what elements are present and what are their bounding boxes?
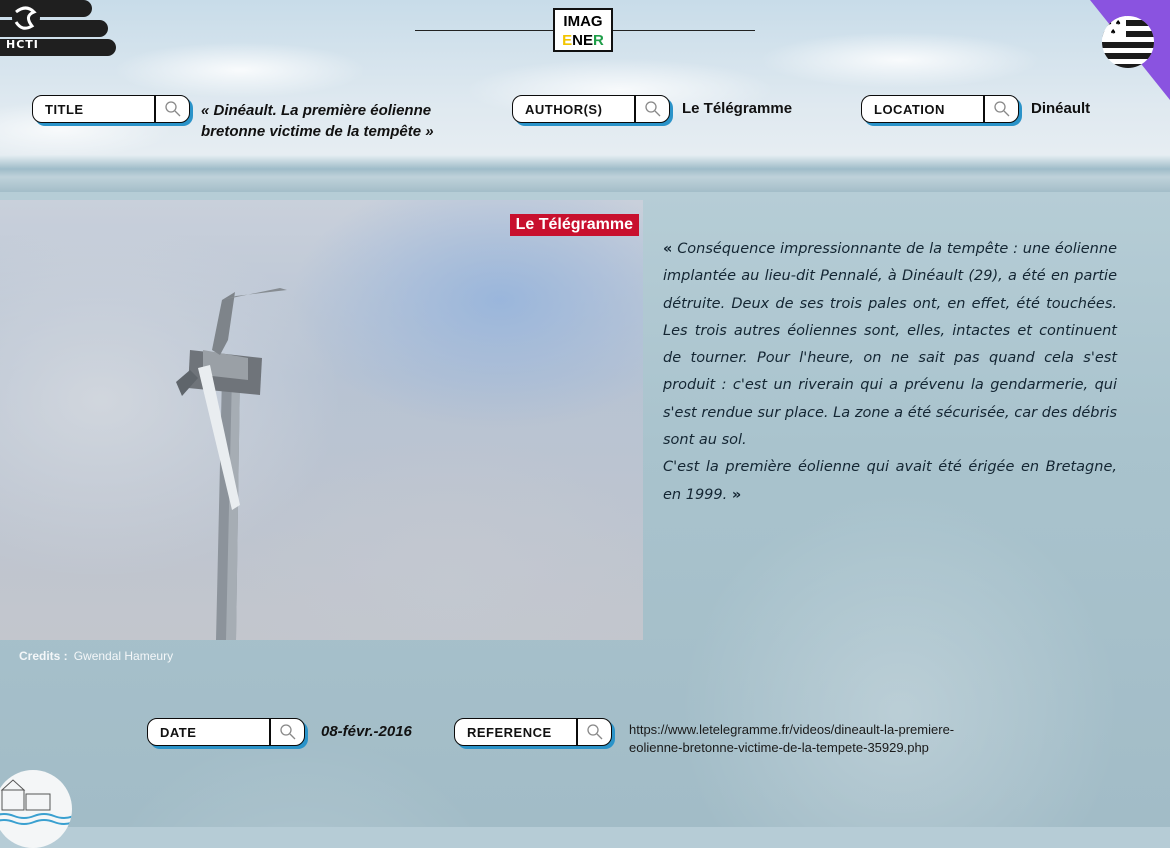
quote-paragraph-1: « Conséquence impressionnante de la temp… [663, 236, 1117, 454]
search-icon[interactable] [586, 723, 604, 741]
title-value: « Dinéault. La première éolienne bretonn… [201, 100, 434, 142]
hcti-logo-icon [12, 4, 40, 32]
reference-label: REFERENCE [467, 725, 552, 740]
logo-line-1: IMAG [563, 13, 603, 30]
source-badge: Le Télégramme [509, 214, 639, 236]
wind-turbine-photo[interactable]: Le Télégramme [0, 200, 643, 640]
title-field[interactable]: TITLE [32, 95, 190, 123]
date-value: 08-févr.-2016 [321, 723, 412, 740]
reference-field[interactable]: REFERENCE [454, 718, 612, 746]
reference-link-line1: https://www.letelegramme.fr/videos/dinea… [629, 722, 955, 737]
reference-link-line2: eolienne-bretonne-victime-de-la-tempete-… [629, 740, 929, 755]
location-field[interactable]: LOCATION [861, 95, 1019, 123]
author-field[interactable]: AUTHOR(S) [512, 95, 670, 123]
quote-paragraph-2: C'est la première éolienne qui avait été… [663, 454, 1117, 509]
photo-credits: Credits : Gwendal Hameury [19, 649, 173, 663]
reference-link[interactable]: https://www.letelegramme.fr/videos/dinea… [629, 721, 1049, 757]
header-line-left [415, 30, 553, 31]
sea-surface-background [0, 155, 1170, 195]
credits-label: Credits : [19, 649, 68, 663]
date-field[interactable]: DATE [147, 718, 305, 746]
logo-line-2: ENER [555, 31, 611, 50]
credits-value: Gwendal Hameury [73, 649, 174, 663]
stamp-illustration-icon [0, 770, 72, 848]
quote-close-mark: » [731, 486, 742, 503]
title-value-line1: « Dinéault. La première éolienne [201, 102, 432, 119]
hcti-logo[interactable]: HCTI [0, 0, 120, 60]
title-value-line2: bretonne victime de la tempête » [201, 123, 434, 140]
author-label: AUTHOR(S) [525, 102, 603, 117]
search-icon[interactable] [993, 100, 1011, 118]
location-value: Dinéault [1031, 100, 1091, 117]
search-icon[interactable] [279, 723, 297, 741]
breton-flag-icon: ♠ ♠ ♠ [1102, 16, 1154, 68]
wind-turbine-illustration [176, 288, 287, 640]
quote-open-mark: « [663, 241, 673, 257]
title-label: TITLE [45, 102, 84, 117]
logo-letter-e: E [562, 32, 573, 49]
search-icon[interactable] [164, 100, 182, 118]
header-line-right [613, 30, 755, 31]
date-label: DATE [160, 725, 197, 740]
imag-ener-logo[interactable]: IMAG ENER [553, 8, 613, 52]
logo-letter-r: R [593, 32, 604, 49]
quote-text-1: Conséquence impressionnante de la tempêt… [663, 241, 1117, 449]
hcti-text: HCTI [6, 38, 39, 51]
logo-letters-ne: NE [572, 32, 593, 49]
location-label: LOCATION [874, 102, 945, 117]
author-value: Le Télégramme [682, 100, 793, 117]
article-quote: « Conséquence impressionnante de la temp… [663, 236, 1117, 509]
search-icon[interactable] [644, 100, 662, 118]
